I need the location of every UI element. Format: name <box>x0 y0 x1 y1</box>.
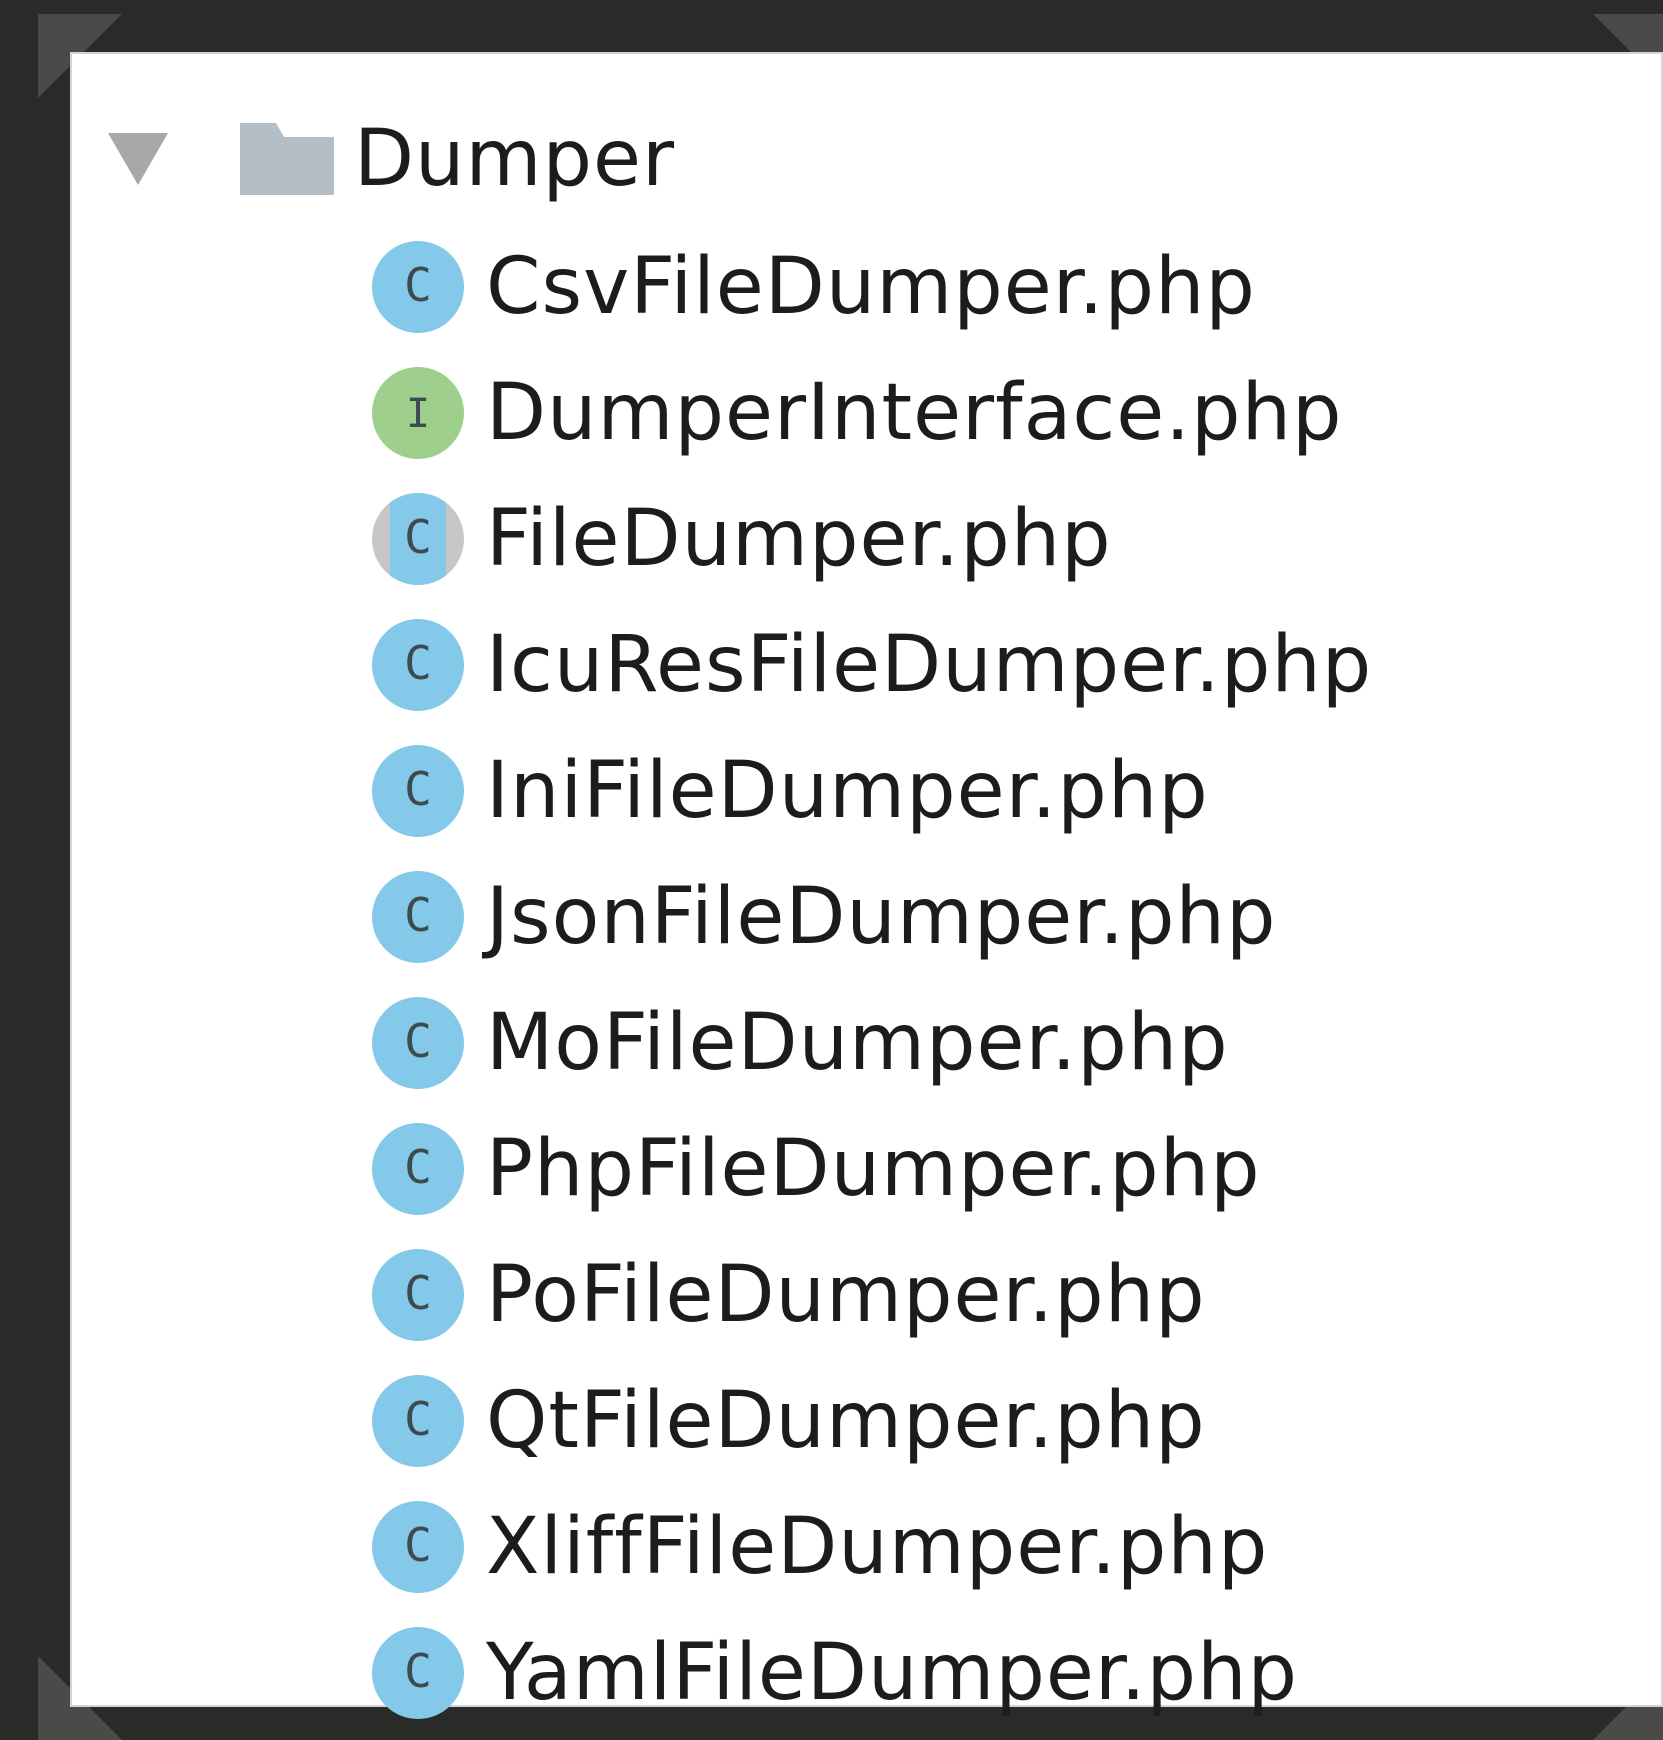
icon-glyph: C <box>404 762 432 816</box>
file-label: IniFileDumper.php <box>486 746 1209 836</box>
class-icon: C <box>372 997 464 1089</box>
folder-icon <box>240 123 334 195</box>
tree-file-row[interactable]: C PoFileDumper.php <box>72 1232 1661 1358</box>
icon-glyph: C <box>404 636 432 690</box>
file-label: JsonFileDumper.php <box>486 872 1277 962</box>
icon-glyph: C <box>404 1140 432 1194</box>
icon-glyph: C <box>404 510 432 564</box>
icon-glyph: C <box>404 258 432 312</box>
class-icon: C <box>372 1123 464 1215</box>
tree-file-row[interactable]: C QtFileDumper.php <box>72 1358 1661 1484</box>
tree-file-row[interactable]: I DumperInterface.php <box>72 350 1661 476</box>
class-icon: C <box>372 1249 464 1341</box>
file-label: QtFileDumper.php <box>486 1376 1206 1466</box>
disclosure-triangle-icon[interactable] <box>108 133 168 185</box>
tree-file-row[interactable]: C MoFileDumper.php <box>72 980 1661 1106</box>
abstract-class-icon: C <box>372 493 464 585</box>
file-label: YamlFileDumper.php <box>486 1628 1299 1718</box>
tree-file-row[interactable]: C JsonFileDumper.php <box>72 854 1661 980</box>
folder-label: Dumper <box>354 114 676 204</box>
icon-glyph: C <box>404 1518 432 1572</box>
tree-file-row[interactable]: C IcuResFileDumper.php <box>72 602 1661 728</box>
class-icon: C <box>372 871 464 963</box>
file-label: PhpFileDumper.php <box>486 1124 1261 1214</box>
interface-icon: I <box>372 367 464 459</box>
tree-file-row[interactable]: C XliffFileDumper.php <box>72 1484 1661 1610</box>
tree-file-row[interactable]: C YamlFileDumper.php <box>72 1610 1661 1736</box>
class-icon: C <box>372 1501 464 1593</box>
icon-glyph: C <box>404 1392 432 1446</box>
file-label: MoFileDumper.php <box>486 998 1229 1088</box>
class-icon: C <box>372 745 464 837</box>
icon-glyph: C <box>404 1014 432 1068</box>
class-icon: C <box>372 1627 464 1719</box>
icon-glyph: C <box>404 1644 432 1698</box>
icon-glyph: C <box>404 888 432 942</box>
tree-file-row[interactable]: C PhpFileDumper.php <box>72 1106 1661 1232</box>
file-label: IcuResFileDumper.php <box>486 620 1373 710</box>
icon-glyph: I <box>406 391 430 437</box>
project-tree-panel: Dumper C CsvFileDumper.php I DumperInterfac… <box>70 52 1663 1719</box>
file-label: DumperInterface.php <box>486 368 1343 458</box>
file-label: CsvFileDumper.php <box>486 242 1256 332</box>
tree-file-row[interactable]: C IniFileDumper.php <box>72 728 1661 854</box>
class-icon: C <box>372 619 464 711</box>
window-frame: Dumper C CsvFileDumper.php I DumperInterfac… <box>0 0 1663 1740</box>
file-label: PoFileDumper.php <box>486 1250 1206 1340</box>
file-tree: Dumper C CsvFileDumper.php I DumperInterfac… <box>72 94 1661 1736</box>
class-icon: C <box>372 241 464 333</box>
tree-file-row[interactable]: C FileDumper.php <box>72 476 1661 602</box>
class-icon: C <box>372 1375 464 1467</box>
file-label: XliffFileDumper.php <box>486 1502 1269 1592</box>
icon-glyph: C <box>404 1266 432 1320</box>
tree-file-row[interactable]: C CsvFileDumper.php <box>72 224 1661 350</box>
tree-folder-row[interactable]: Dumper <box>72 94 1661 224</box>
file-label: FileDumper.php <box>486 494 1112 584</box>
